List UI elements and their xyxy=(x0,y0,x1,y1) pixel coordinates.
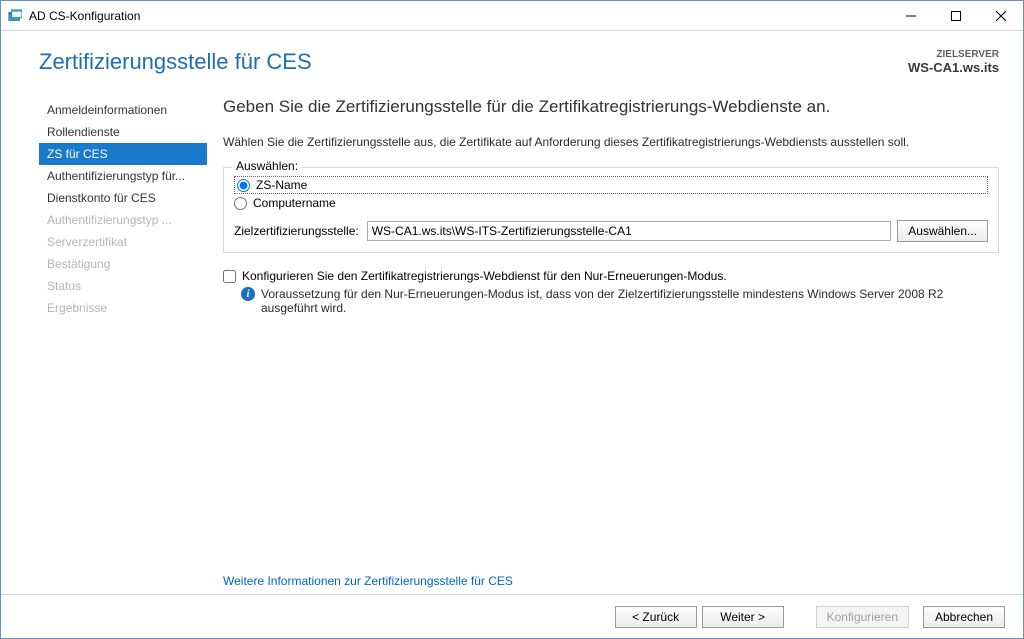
radio-computer-name-row[interactable]: Computername xyxy=(234,194,988,212)
group-title: Auswählen: xyxy=(232,159,302,173)
server-label: ZIELSERVER xyxy=(908,49,999,60)
minimize-button[interactable] xyxy=(888,1,933,30)
info-row: i Voraussetzung für den Nur-Erneuerungen… xyxy=(223,287,999,315)
window-controls xyxy=(888,1,1023,30)
target-ca-field[interactable] xyxy=(367,221,892,241)
maximize-button[interactable] xyxy=(933,1,978,30)
step-service-account-ces[interactable]: Dienstkonto für CES xyxy=(39,187,207,209)
target-ca-row: Zielzertifizierungsstelle: Auswählen... xyxy=(234,220,988,242)
main-content: Geben Sie die Zertifizierungsstelle für … xyxy=(207,97,999,594)
body-area: Anmeldeinformationen Rollendienste ZS fü… xyxy=(1,87,1023,594)
radio-computer-name-label: Computername xyxy=(253,196,336,210)
wizard-window: AD CS-Konfiguration Zertifizierungsstell… xyxy=(0,0,1024,639)
title-bar: AD CS-Konfiguration xyxy=(1,1,1023,31)
page-title: Zertifizierungsstelle für CES xyxy=(39,49,908,75)
configure-button: Konfigurieren xyxy=(816,606,909,628)
renewal-only-checkbox[interactable] xyxy=(223,270,236,283)
step-confirmation: Bestätigung xyxy=(39,253,207,275)
step-status: Status xyxy=(39,275,207,297)
step-results: Ergebnisse xyxy=(39,297,207,319)
step-server-certificate: Serverzertifikat xyxy=(39,231,207,253)
radio-computer-name[interactable] xyxy=(234,197,247,210)
radio-ca-name-row[interactable]: ZS-Name xyxy=(234,176,988,194)
renewal-only-row[interactable]: Konfigurieren Sie den Zertifikatregistri… xyxy=(223,269,999,283)
wizard-footer: < Zurück Weiter > Konfigurieren Abbreche… xyxy=(1,594,1023,638)
more-info-link[interactable]: Weitere Informationen zur Zertifizierung… xyxy=(223,566,999,588)
server-value: WS-CA1.ws.its xyxy=(908,60,999,75)
step-auth-type: Authentifizierungstyp ... xyxy=(39,209,207,231)
step-auth-type-for[interactable]: Authentifizierungstyp für... xyxy=(39,165,207,187)
info-text: Voraussetzung für den Nur-Erneuerungen-M… xyxy=(261,287,999,315)
header-area: Zertifizierungsstelle für CES ZIELSERVER… xyxy=(1,31,1023,87)
step-role-services[interactable]: Rollendienste xyxy=(39,121,207,143)
target-ca-label: Zielzertifizierungsstelle: xyxy=(234,224,359,238)
renewal-only-label: Konfigurieren Sie den Zertifikatregistri… xyxy=(242,269,727,283)
description-text: Wählen Sie die Zertifizierungsstelle aus… xyxy=(223,135,999,149)
window-title: AD CS-Konfiguration xyxy=(29,9,888,23)
radio-ca-name-label: ZS-Name xyxy=(256,178,307,192)
select-ca-button[interactable]: Auswählen... xyxy=(897,220,988,242)
app-icon xyxy=(7,8,23,24)
previous-button[interactable]: < Zurück xyxy=(615,606,697,628)
radio-ca-name[interactable] xyxy=(237,179,250,192)
destination-server-info: ZIELSERVER WS-CA1.ws.its xyxy=(908,49,999,75)
next-button[interactable]: Weiter > xyxy=(702,606,784,628)
close-button[interactable] xyxy=(978,1,1023,30)
info-icon: i xyxy=(241,287,255,301)
cancel-button[interactable]: Abbrechen xyxy=(923,606,1005,628)
nav-button-pair: < Zurück Weiter > xyxy=(609,606,784,628)
wizard-steps: Anmeldeinformationen Rollendienste ZS fü… xyxy=(39,97,207,594)
step-ca-for-ces[interactable]: ZS für CES xyxy=(39,143,207,165)
step-credentials[interactable]: Anmeldeinformationen xyxy=(39,99,207,121)
main-heading: Geben Sie die Zertifizierungsstelle für … xyxy=(223,97,999,117)
select-group: Auswählen: ZS-Name Computername Zielzert… xyxy=(223,167,999,253)
